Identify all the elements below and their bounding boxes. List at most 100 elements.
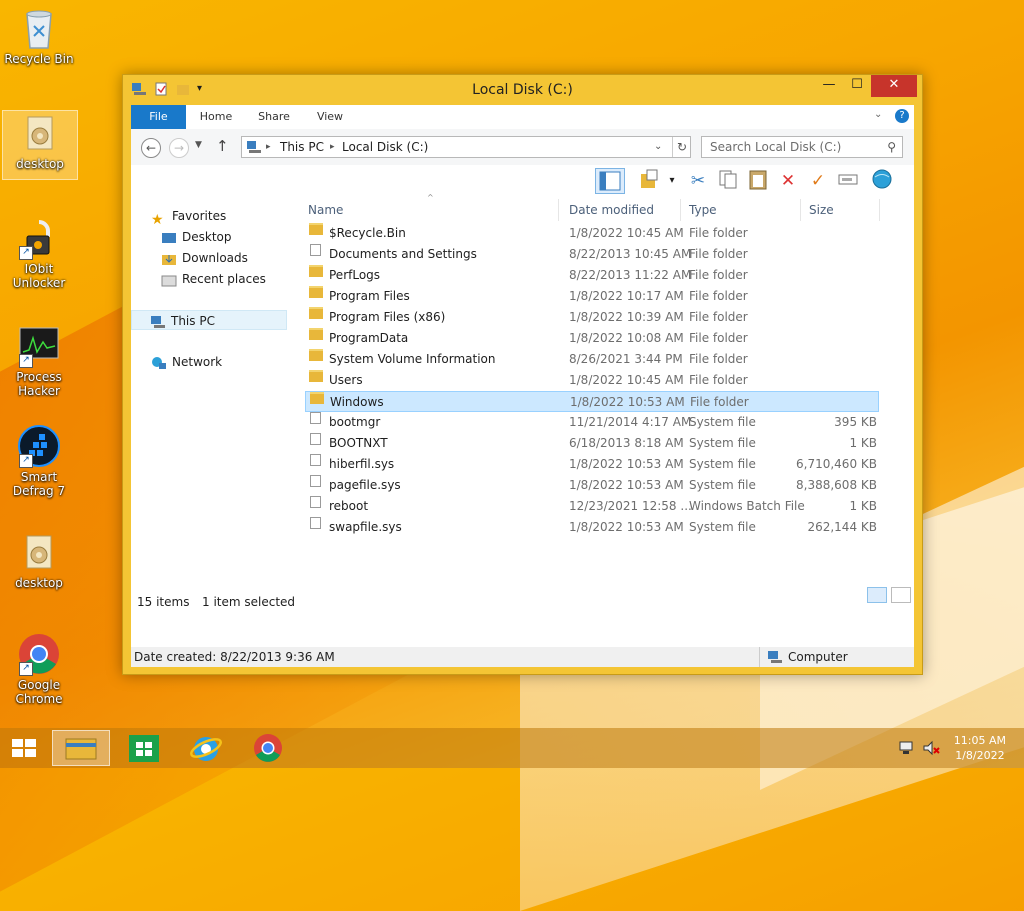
table-row[interactable]: hiberfil.sys 1/8/2022 10:53 AM System file… (305, 454, 879, 475)
taskbar-store[interactable] (116, 730, 172, 766)
maximize-button[interactable]: ☐ (843, 75, 871, 97)
back-button[interactable]: ← (141, 138, 161, 158)
table-row[interactable]: pagefile.sys 1/8/2022 10:53 AM System file… (305, 475, 879, 496)
paste-icon[interactable] (745, 168, 771, 194)
file-size: 8,388,608 KB (796, 478, 877, 492)
column-divider[interactable] (800, 199, 801, 221)
file-date: 8/26/2021 3:44 PM (569, 352, 683, 366)
table-row[interactable]: bootmgr 11/21/2014 4:17 AM System file 395 … (305, 412, 879, 433)
column-divider[interactable] (680, 199, 681, 221)
file-date: 1/8/2022 10:53 AM (570, 395, 685, 409)
desktop-icon-desktop[interactable]: desktop (2, 110, 78, 180)
column-divider[interactable] (879, 199, 880, 221)
address-bar[interactable]: ▸ This PC ▸ Local Disk (C:) ⌄ ↻ (241, 136, 691, 158)
desktop-icon-smart-defrag[interactable]: ↗ Smart Defrag 7 (2, 424, 76, 498)
minimize-button[interactable]: — (815, 75, 843, 97)
title-bar[interactable]: ▾ Local Disk (C:) — ☐ ✕ (123, 75, 922, 105)
details-view-icon[interactable] (867, 587, 887, 603)
nav-favorites[interactable]: ★ Favorites (151, 206, 226, 228)
table-row[interactable]: reboot 12/23/2021 12:58 ... Windows Batch … (305, 496, 879, 517)
file-date: 1/8/2022 10:39 AM (569, 310, 684, 324)
globe-icon[interactable] (869, 168, 895, 194)
table-row[interactable]: Documents and Settings 8/22/2013 10:45 AM… (305, 244, 879, 265)
clock[interactable]: 11:05 AM 1/8/2022 (954, 733, 1006, 763)
file-type: System file (689, 478, 756, 492)
network-tray-icon[interactable] (898, 740, 914, 759)
preview-pane-icon[interactable] (595, 168, 625, 194)
table-row[interactable]: Windows 1/8/2022 10:53 AM File folder (305, 391, 879, 412)
file-name: BOOTNXT (329, 436, 388, 450)
chevron-right-icon[interactable]: ▸ (266, 137, 271, 157)
file-size: 395 KB (834, 415, 877, 429)
computer-icon (246, 140, 262, 160)
table-row[interactable]: BOOTNXT 6/18/2013 8:18 AM System file 1 KB (305, 433, 879, 454)
defrag-icon: ↗ (17, 424, 61, 468)
location-text: Computer (788, 650, 848, 664)
taskbar-chrome[interactable] (240, 730, 296, 766)
explorer-window[interactable]: ▾ Local Disk (C:) — ☐ ✕ File Home Share … (122, 74, 923, 675)
table-row[interactable]: Program Files 1/8/2022 10:17 AM File folde… (305, 286, 879, 307)
file-date: 8/22/2013 10:45 AM (569, 247, 692, 261)
tab-share[interactable]: Share (249, 105, 299, 129)
table-row[interactable]: Users 1/8/2022 10:45 AM File folder (305, 370, 879, 391)
nav-this-pc[interactable]: This PC (131, 310, 287, 330)
file-type: System file (689, 457, 756, 471)
expand-ribbon-icon[interactable]: ⌄ (874, 109, 882, 120)
taskbar-internet-explorer[interactable] (178, 730, 234, 766)
file-type: File folder (689, 352, 748, 366)
tab-home[interactable]: Home (191, 105, 241, 129)
table-row[interactable]: swapfile.sys 1/8/2022 10:53 AM System file… (305, 517, 879, 538)
desktop-icon-google-chrome[interactable]: ↗ Google Chrome (2, 632, 76, 706)
breadcrumb-this-pc[interactable]: This PC (280, 137, 324, 157)
shortcut-arrow-icon: ↗ (19, 454, 33, 468)
recent-locations-icon[interactable]: ▼ (195, 140, 202, 150)
column-header-type[interactable]: Type (689, 199, 717, 221)
column-header-date[interactable]: Date modified (569, 199, 654, 221)
nav-recent-places[interactable]: Recent places (161, 269, 266, 289)
file-date: 1/8/2022 10:45 AM (569, 226, 684, 240)
desktop-icon-label: Recycle Bin (4, 52, 74, 66)
downloads-folder-icon (161, 252, 177, 266)
forward-button[interactable]: → (169, 138, 189, 158)
tab-file[interactable]: File (131, 105, 186, 129)
tab-view[interactable]: View (305, 105, 355, 129)
help-icon[interactable]: ? (895, 109, 909, 123)
copy-icon[interactable] (715, 168, 741, 194)
column-divider[interactable] (558, 199, 559, 221)
desktop-icon-recycle-bin[interactable]: Recycle Bin (2, 6, 76, 66)
nav-downloads[interactable]: Downloads (161, 248, 248, 268)
search-input[interactable]: Search Local Disk (C:) ⚲ (701, 136, 903, 158)
column-header-size[interactable]: Size (809, 199, 834, 221)
desktop-icon-desktop-2[interactable]: desktop (2, 530, 76, 590)
file-size: 1 KB (849, 499, 877, 513)
delete-icon[interactable]: ✕ (775, 168, 801, 194)
table-row[interactable]: $Recycle.Bin 1/8/2022 10:45 AM File folder (305, 223, 879, 244)
start-button[interactable] (0, 730, 48, 766)
file-date: 1/8/2022 10:53 AM (569, 457, 684, 471)
chevron-down-icon[interactable]: ▾ (659, 168, 685, 194)
rename-icon[interactable] (835, 168, 861, 194)
address-dropdown-icon[interactable]: ⌄ (654, 137, 662, 157)
desktop-icon-label: IObit Unlocker (12, 262, 66, 290)
table-row[interactable]: PerfLogs 8/22/2013 11:22 AM File folder (305, 265, 879, 286)
nav-network[interactable]: Network (151, 352, 222, 372)
table-row[interactable]: ProgramData 1/8/2022 10:08 AM File folder (305, 328, 879, 349)
clock-date: 1/8/2022 (955, 749, 1005, 762)
desktop-icon-iobit-unlocker[interactable]: ↗ IObit Unlocker (2, 216, 76, 290)
nav-desktop[interactable]: Desktop (161, 227, 232, 247)
close-button[interactable]: ✕ (871, 75, 917, 97)
volume-muted-icon[interactable] (922, 740, 940, 759)
folder-icon (309, 223, 323, 235)
checkmark-icon[interactable]: ✓ (805, 168, 831, 194)
large-icons-view-icon[interactable] (891, 587, 911, 603)
desktop-icon-process-hacker[interactable]: ↗ Process Hacker (2, 324, 76, 398)
breadcrumb-local-disk[interactable]: Local Disk (C:) (342, 137, 428, 157)
chevron-right-icon[interactable]: ▸ (330, 137, 335, 157)
table-row[interactable]: Program Files (x86) 1/8/2022 10:39 AM File… (305, 307, 879, 328)
table-row[interactable]: System Volume Information 8/26/2021 3:44 … (305, 349, 879, 370)
cut-icon[interactable]: ✂ (685, 168, 711, 194)
refresh-icon[interactable]: ↻ (672, 137, 687, 157)
taskbar-file-explorer[interactable] (52, 730, 110, 766)
up-arrow-icon[interactable]: ↑ (216, 137, 229, 155)
column-header-name[interactable]: Name (308, 199, 343, 221)
